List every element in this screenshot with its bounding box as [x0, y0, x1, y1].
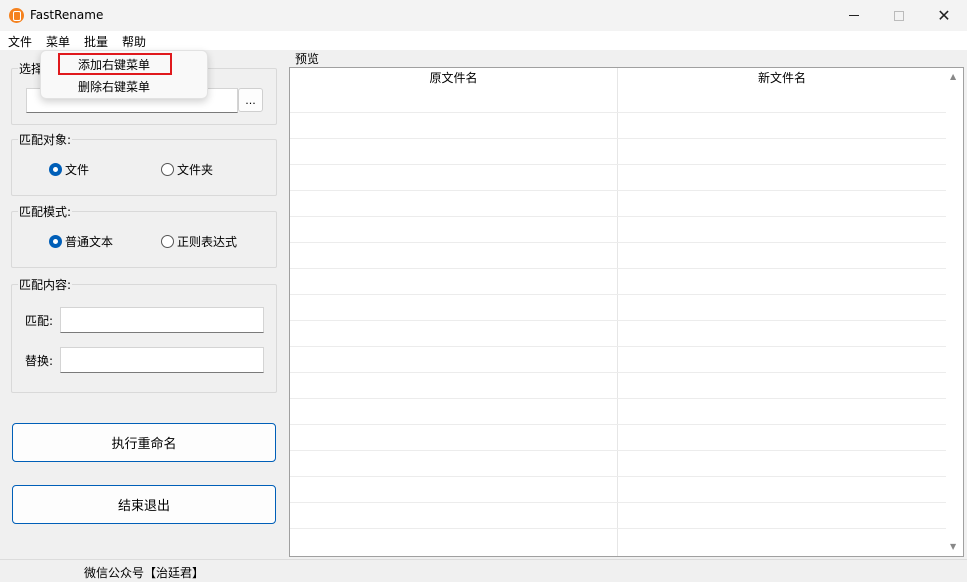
grid-row	[290, 502, 946, 503]
execute-rename-button[interactable]: 执行重命名	[12, 423, 276, 462]
status-bar: 微信公众号【治廷君】	[0, 559, 967, 582]
grid-row	[290, 320, 946, 321]
grid-row	[290, 242, 946, 243]
grid-row	[290, 294, 946, 295]
grid-row	[290, 372, 946, 373]
radio-regex-label: 正则表达式	[177, 235, 238, 249]
radio-plain-text-label: 普通文本	[65, 235, 114, 249]
grid-row	[290, 190, 946, 191]
match-target-title: 匹配对象:	[18, 131, 73, 148]
grid-row	[290, 450, 946, 451]
grid-row	[290, 112, 946, 113]
grid-row	[290, 138, 946, 139]
match-input[interactable]	[60, 307, 264, 333]
scroll-up-icon[interactable]: ▲	[950, 72, 956, 81]
radio-checked-icon	[49, 235, 62, 248]
maximize-icon	[894, 10, 904, 21]
exit-button[interactable]: 结束退出	[12, 485, 276, 524]
menu-help[interactable]: 帮助	[122, 33, 146, 50]
grid-row	[290, 424, 946, 425]
menu-menu[interactable]: 菜单	[46, 33, 70, 50]
match-mode-title: 匹配模式:	[18, 203, 73, 220]
menu-item-add-context[interactable]: 添加右键菜单	[78, 56, 150, 73]
scroll-down-icon[interactable]: ▼	[950, 542, 956, 551]
radio-plain-text[interactable]: 普通文本	[49, 233, 113, 250]
grid-row	[290, 216, 946, 217]
radio-unchecked-icon	[161, 163, 174, 176]
radio-folder-label: 文件夹	[177, 163, 214, 177]
radio-file[interactable]: 文件	[49, 161, 89, 178]
match-label: 匹配:	[25, 314, 54, 328]
radio-unchecked-icon	[161, 235, 174, 248]
menu-file[interactable]: 文件	[8, 33, 32, 50]
grid-row	[290, 268, 946, 269]
column-header-original[interactable]: 原文件名	[290, 69, 617, 86]
column-divider	[617, 68, 618, 556]
match-content-group	[11, 284, 277, 393]
window-title: FastRename	[30, 8, 104, 22]
dropdown-menu: 添加右键菜单 删除右键菜单	[40, 50, 208, 99]
menu-bar: 文件 菜单 批量 帮助	[0, 31, 967, 50]
replace-label: 替换:	[25, 354, 54, 368]
browse-button[interactable]: ...	[238, 88, 263, 112]
minimize-button[interactable]	[831, 0, 877, 31]
radio-folder[interactable]: 文件夹	[161, 161, 213, 178]
title-bar: FastRename ✕	[0, 0, 967, 31]
menu-batch[interactable]: 批量	[84, 33, 108, 50]
vertical-scrollbar[interactable]: ▲ ▼	[946, 68, 963, 556]
minimize-icon	[849, 15, 859, 16]
grid-row	[290, 398, 946, 399]
menu-item-remove-context[interactable]: 删除右键菜单	[78, 78, 150, 95]
radio-file-label: 文件	[65, 163, 90, 177]
radio-regex[interactable]: 正则表达式	[161, 233, 237, 250]
replace-input[interactable]	[60, 347, 264, 373]
status-text: 微信公众号【治廷君】	[84, 566, 205, 580]
grid-row	[290, 528, 946, 529]
radio-checked-icon	[49, 163, 62, 176]
grid-row	[290, 476, 946, 477]
preview-table[interactable]: 原文件名 新文件名 ▲ ▼	[289, 67, 964, 557]
match-content-title: 匹配内容:	[18, 276, 73, 293]
preview-label: 预览	[295, 52, 320, 66]
grid-row	[290, 346, 946, 347]
grid-row	[290, 164, 946, 165]
close-icon: ✕	[937, 6, 951, 25]
column-header-new[interactable]: 新文件名	[618, 69, 946, 86]
app-logo-icon	[9, 8, 24, 23]
close-button[interactable]: ✕	[921, 0, 967, 31]
maximize-button[interactable]	[876, 0, 922, 31]
